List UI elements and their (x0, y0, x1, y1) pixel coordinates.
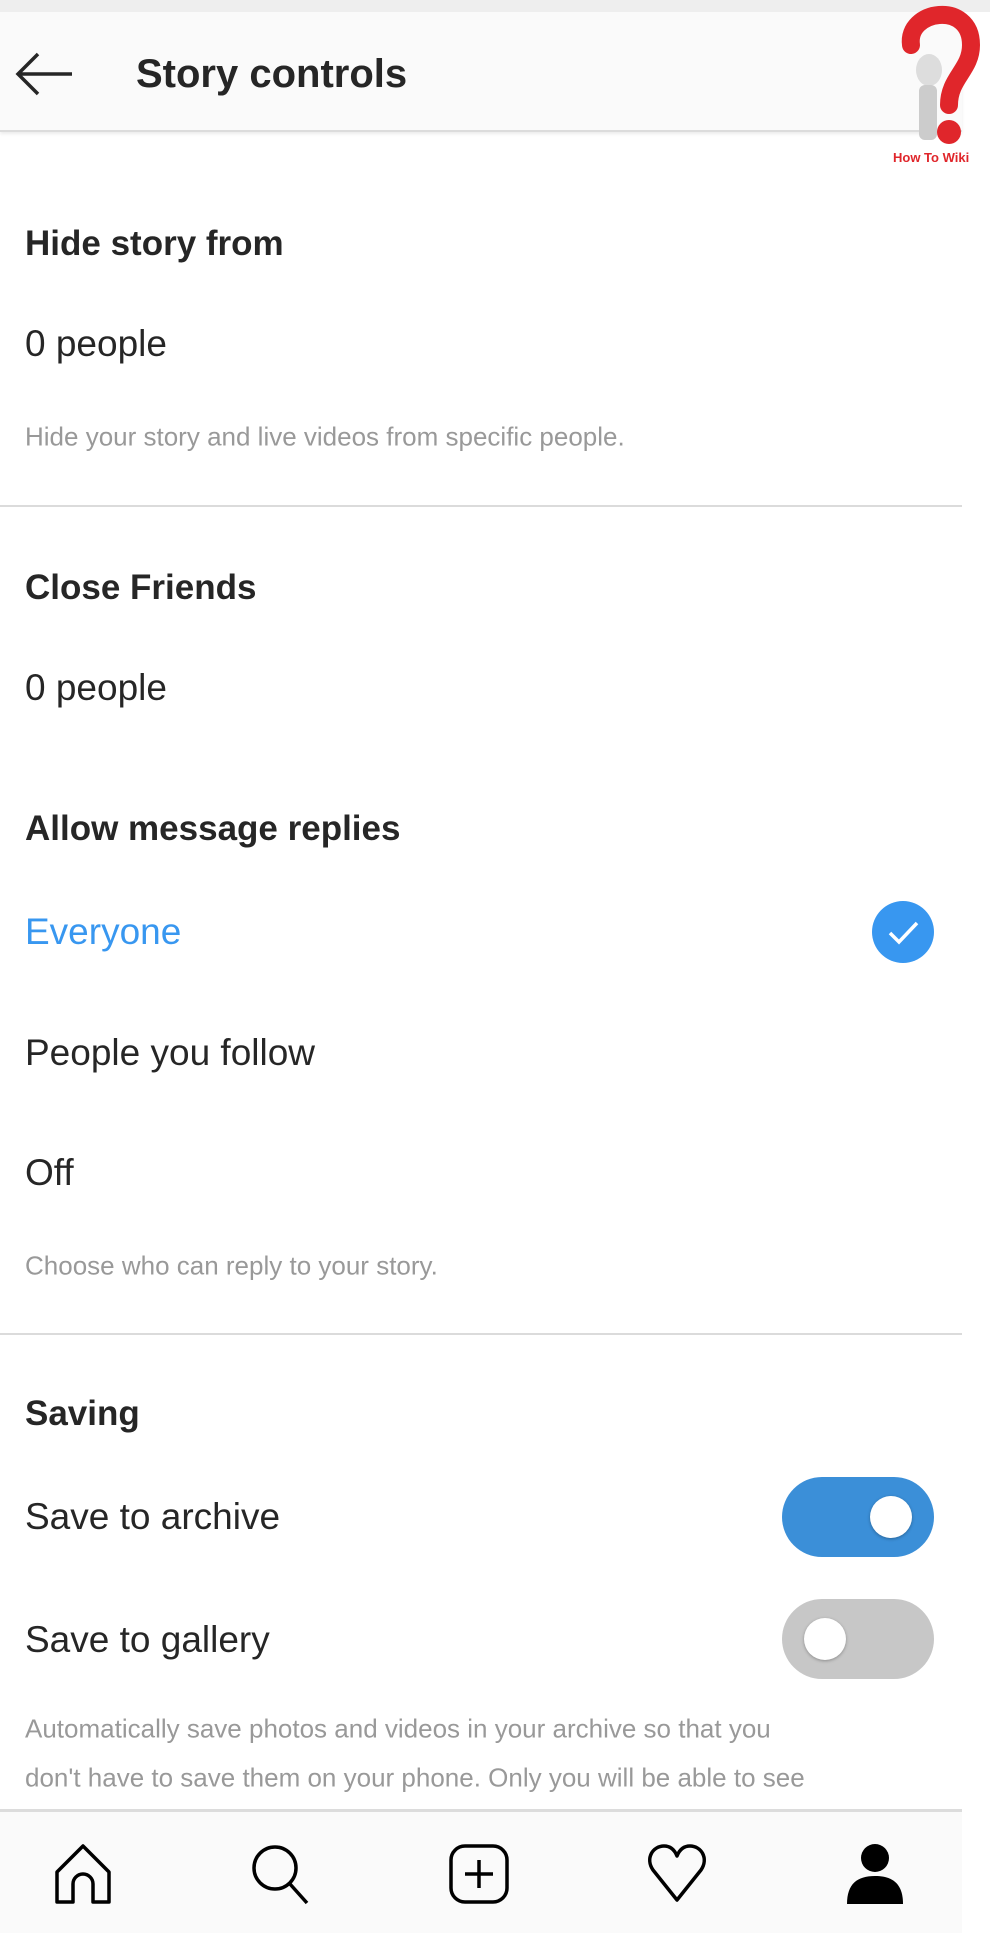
replies-heading: Allow message replies (25, 809, 401, 848)
page-title: Story controls (136, 52, 408, 96)
divider (0, 505, 962, 507)
heart-icon[interactable] (645, 1842, 709, 1906)
close-friends-value[interactable]: 0 people (25, 667, 167, 709)
saving-heading: Saving (25, 1394, 140, 1433)
right-edge (962, 0, 990, 1940)
new-post-icon[interactable] (447, 1842, 511, 1906)
saving-caption-line-1: Automatically save photos and videos in … (25, 1713, 771, 1744)
save-gallery-toggle[interactable] (782, 1599, 934, 1679)
search-icon[interactable] (249, 1842, 313, 1906)
bottom-nav (0, 1809, 962, 1933)
status-strip (0, 0, 990, 12)
home-icon[interactable] (51, 1842, 115, 1906)
watermark-text: How To Wiki (893, 150, 970, 165)
close-friends-heading: Close Friends (25, 568, 257, 607)
option-everyone[interactable]: Everyone (25, 911, 181, 953)
save-archive-label: Save to archive (25, 1496, 281, 1537)
option-people-you-follow[interactable]: People you follow (25, 1032, 315, 1074)
hide-story-caption: Hide your story and live videos from spe… (25, 421, 625, 452)
watermark-logo: How To Wiki (891, 0, 981, 170)
replies-caption: Choose who can reply to your story. (25, 1250, 438, 1281)
arrow-left-icon[interactable] (14, 52, 74, 96)
option-off[interactable]: Off (25, 1152, 74, 1194)
profile-icon[interactable] (843, 1842, 907, 1906)
check-icon[interactable] (872, 901, 934, 963)
hide-story-value[interactable]: 0 people (25, 323, 167, 365)
saving-caption-line-2: don't have to save them on your phone. O… (25, 1762, 805, 1793)
save-archive-toggle[interactable] (782, 1477, 934, 1557)
toggle-knob (870, 1496, 912, 1538)
toggle-knob (804, 1618, 846, 1660)
divider (0, 1333, 962, 1335)
save-gallery-label: Save to gallery (25, 1619, 270, 1660)
hide-story-heading: Hide story from (25, 224, 284, 263)
